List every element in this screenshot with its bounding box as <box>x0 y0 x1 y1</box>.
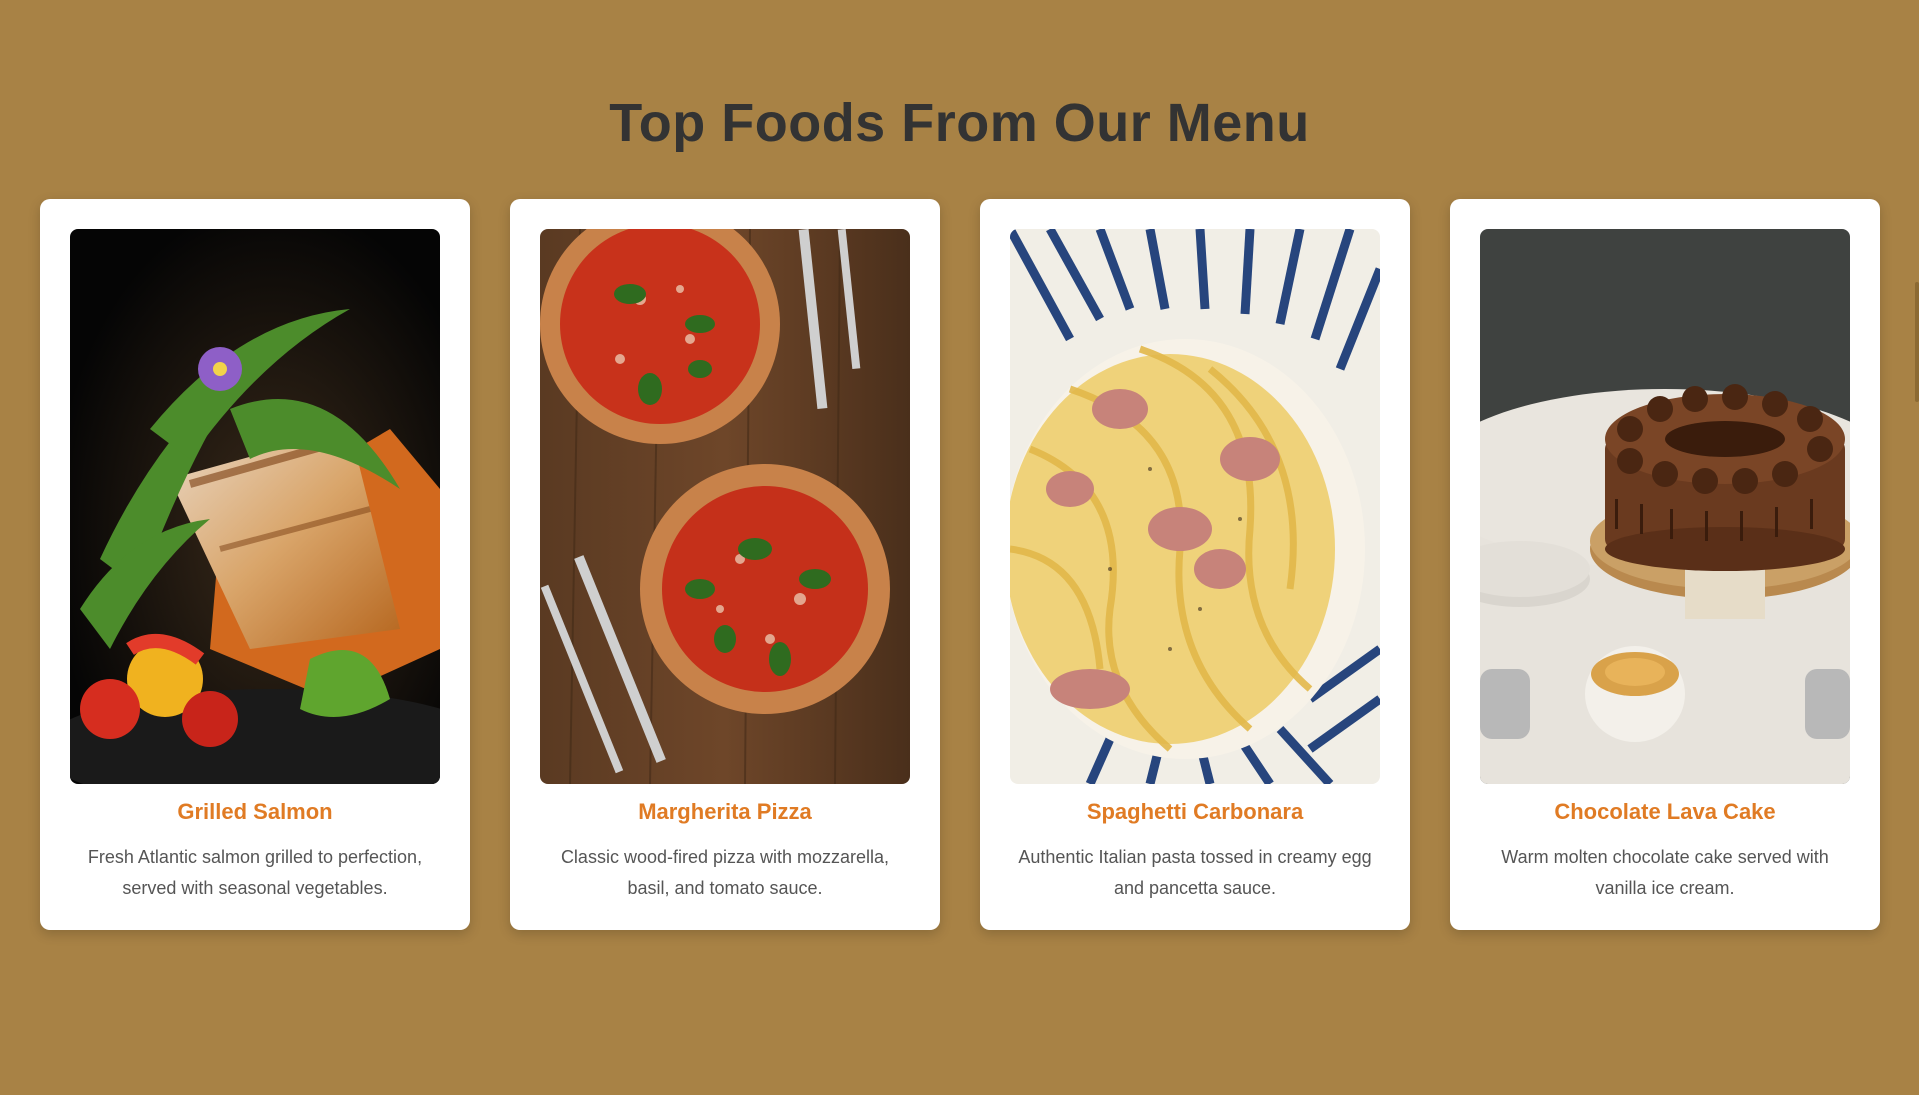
menu-card-chocolate-lava-cake[interactable]: Chocolate Lava Cake Warm molten chocolat… <box>1450 199 1880 930</box>
grilled-salmon-image <box>70 229 440 784</box>
menu-card-grilled-salmon[interactable]: Grilled Salmon Fresh Atlantic salmon gri… <box>40 199 470 930</box>
menu-item-name: Grilled Salmon <box>177 799 333 824</box>
menu-item-description: Classic wood-fired pizza with mozzarella… <box>560 847 890 898</box>
menu-item-name: Chocolate Lava Cake <box>1554 799 1776 824</box>
scrollbar-edge[interactable] <box>1915 282 1919 402</box>
spaghetti-carbonara-image <box>1010 229 1380 784</box>
menu-item-name: Margherita Pizza <box>638 799 812 824</box>
chocolate-lava-cake-image <box>1480 229 1850 784</box>
menu-item-description: Warm molten chocolate cake served with v… <box>1501 847 1829 898</box>
menu-item-name: Spaghetti Carbonara <box>1086 799 1304 824</box>
menu-card-spaghetti-carbonara[interactable]: Spaghetti Carbonara Authentic Italian pa… <box>980 199 1410 930</box>
section-title: Top Foods From Our Menu <box>609 93 1310 153</box>
menu-card-grid: Grilled Salmon Fresh Atlantic salmon gri… <box>40 199 1880 930</box>
menu-item-description: Fresh Atlantic salmon grilled to perfect… <box>87 847 423 898</box>
menu-card-margherita-pizza[interactable]: Margherita Pizza Classic wood-fired pizz… <box>510 199 940 930</box>
menu-item-description: Authentic Italian pasta tossed in creamy… <box>1018 847 1372 898</box>
margherita-pizza-image <box>540 229 910 784</box>
